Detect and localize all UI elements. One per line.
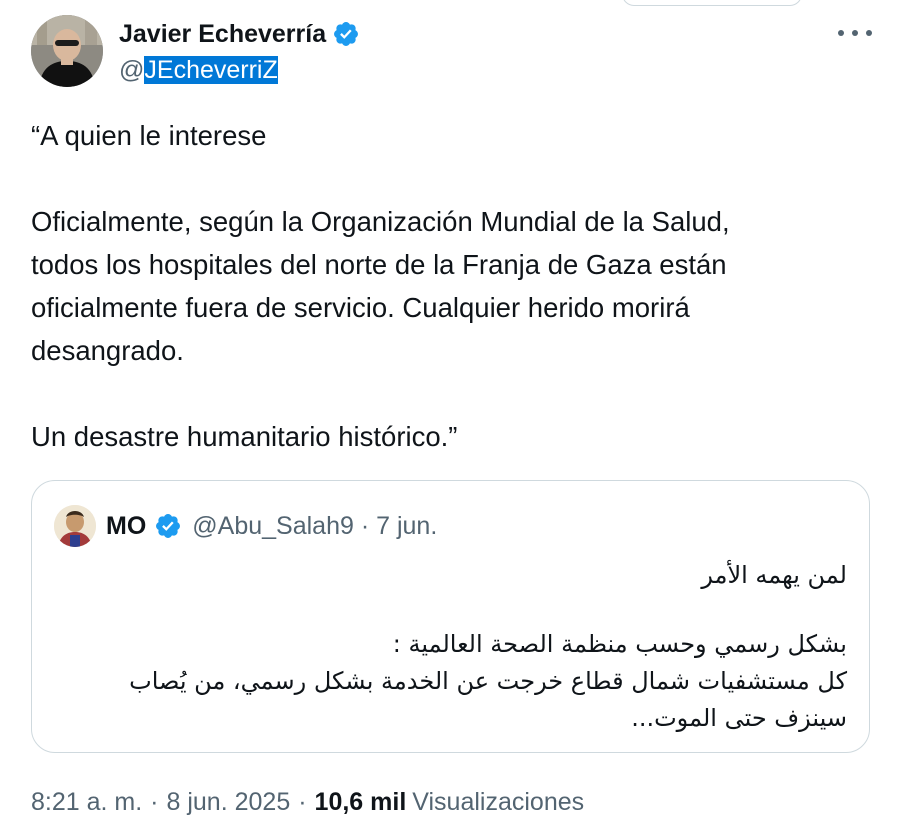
tweet-line: Un desastre humanitario histórico.” xyxy=(31,421,458,452)
quoted-tweet-card[interactable]: MO @Abu_Salah9 · 7 jun. لمن يهمه الأمر ب… xyxy=(31,480,870,753)
tweet-date[interactable]: 8 jun. 2025 xyxy=(167,788,291,817)
author-avatar[interactable] xyxy=(31,15,103,87)
tweet-line: “A quien le interese xyxy=(31,120,267,151)
author-names: Javier Echeverría @JEcheverriZ xyxy=(119,19,360,85)
tweet-footer: 8:21 a. m. · 8 jun. 2025 · 10,6 mil Visu… xyxy=(31,788,584,817)
quote-verified-badge-icon[interactable] xyxy=(154,512,182,540)
more-dot xyxy=(866,30,872,36)
top-partial-button[interactable] xyxy=(622,0,802,6)
author-handle-row: @JEcheverriZ xyxy=(119,56,360,85)
tweet-page: Javier Echeverría @JEcheverriZ “A quien … xyxy=(0,0,904,820)
more-options-icon[interactable] xyxy=(838,25,872,41)
verified-badge-icon[interactable] xyxy=(332,20,360,48)
tweet-line: todos los hospitales del norte de la Fra… xyxy=(31,249,727,280)
more-dot xyxy=(852,30,858,36)
tweet-line: oficialmente fuera de servicio. Cualquie… xyxy=(31,292,690,323)
tweet-line: desangrado. xyxy=(31,335,184,366)
author-handle[interactable]: JEcheverriZ xyxy=(144,56,278,84)
quote-avatar-image xyxy=(54,505,96,547)
quote-author-name[interactable]: MO xyxy=(106,512,146,541)
quote-line: لمن يهمه الأمر xyxy=(701,561,847,589)
views-count: 10,6 mil xyxy=(314,788,407,816)
quote-line: كل مستشفيات شمال قطاع خرجت عن الخدمة بشك… xyxy=(129,667,847,695)
separator: · xyxy=(150,788,159,816)
quote-line: سينزف حتى الموت... xyxy=(631,704,847,732)
quote-handle-date: @Abu_Salah9 · 7 jun. xyxy=(192,511,438,540)
handle-at: @ xyxy=(119,56,145,84)
author-avatar-image xyxy=(31,15,103,87)
tweet-text: “A quien le interese Oficialmente, según… xyxy=(31,114,861,458)
views-label: Visualizaciones xyxy=(412,788,585,816)
quote-author-avatar[interactable] xyxy=(54,505,96,547)
author-display-name[interactable]: Javier Echeverría xyxy=(119,20,326,49)
more-dot xyxy=(838,30,844,36)
quote-header: MO @Abu_Salah9 · 7 jun. xyxy=(54,505,437,547)
quote-line: بشكل رسمي وحسب منظمة الصحة العالمية : xyxy=(392,630,847,658)
quote-text: لمن يهمه الأمر بشكل رسمي وحسب منظمة الصح… xyxy=(57,557,847,737)
tweet-header: Javier Echeverría @JEcheverriZ xyxy=(31,15,876,89)
separator: · xyxy=(298,788,307,816)
tweet-line: Oficialmente, según la Organización Mund… xyxy=(31,206,730,237)
display-name-row: Javier Echeverría xyxy=(119,19,360,49)
tweet-time[interactable]: 8:21 a. m. xyxy=(31,788,142,817)
